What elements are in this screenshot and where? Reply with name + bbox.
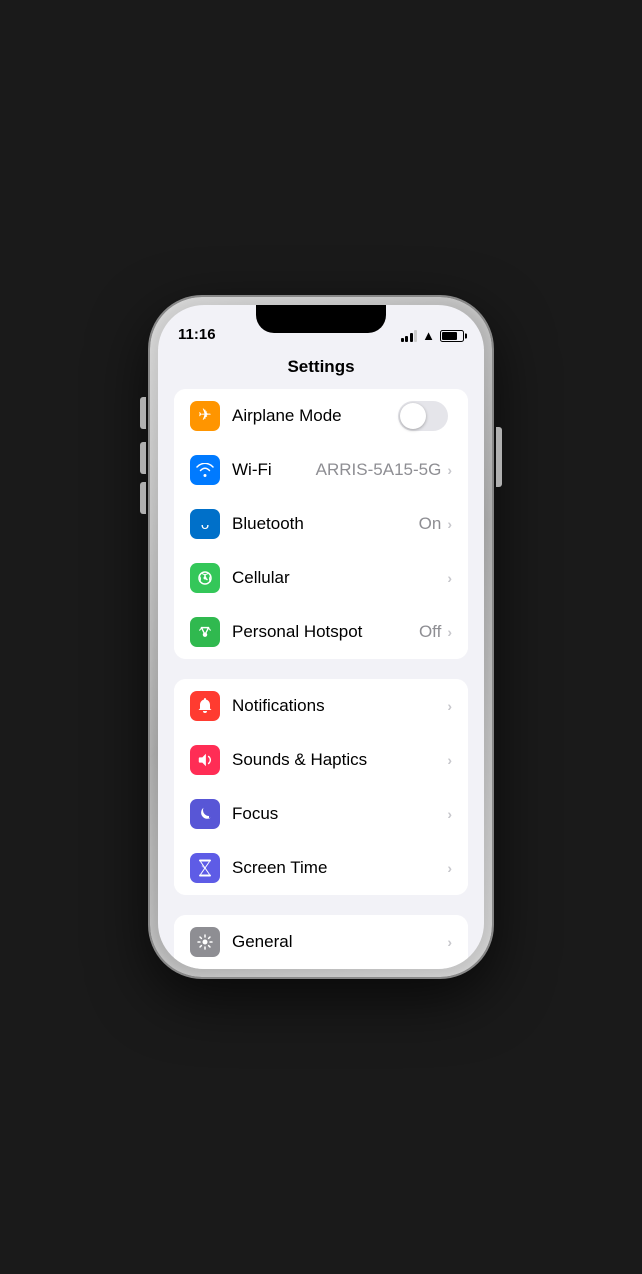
notifications-chevron: › [447, 698, 452, 714]
cellular-label: Cellular [232, 568, 447, 588]
wifi-label: Wi-Fi [232, 460, 316, 480]
airplane-mode-row[interactable]: ✈ Airplane Mode [174, 389, 468, 443]
cellular-icon [190, 563, 220, 593]
bluetooth-icon: ᴗ [190, 509, 220, 539]
sounds-icon [190, 745, 220, 775]
phone-screen: 11:16 ▲ Settings [158, 305, 484, 969]
phone-frame: 11:16 ▲ Settings [150, 297, 492, 977]
focus-row[interactable]: Focus › [174, 787, 468, 841]
focus-chevron: › [447, 806, 452, 822]
hotspot-chevron: › [447, 624, 452, 640]
hotspot-label: Personal Hotspot [232, 622, 419, 642]
wifi-svg [196, 463, 214, 477]
sound-svg [196, 752, 214, 768]
screen-time-chevron: › [447, 860, 452, 876]
page-header: Settings [158, 349, 484, 389]
sounds-chevron: › [447, 752, 452, 768]
hotspot-svg [196, 624, 214, 640]
notifications-label: Notifications [232, 696, 447, 716]
cellular-svg [196, 570, 214, 586]
gear-svg [197, 934, 213, 950]
sounds-row[interactable]: Sounds & Haptics › [174, 733, 468, 787]
general-row[interactable]: General › [174, 915, 468, 969]
screen-time-row[interactable]: Screen Time › [174, 841, 468, 895]
bluetooth-row[interactable]: ᴗ Bluetooth On › [174, 497, 468, 551]
notifications-icon [190, 691, 220, 721]
general-group: General › Cont [174, 915, 468, 969]
screen-time-label: Screen Time [232, 858, 447, 878]
notifications-group: Notifications › Sounds & Haptics › [174, 679, 468, 895]
general-icon [190, 927, 220, 957]
connectivity-group: ✈ Airplane Mode [174, 389, 468, 659]
bluetooth-value: On [419, 514, 442, 534]
bell-svg [197, 697, 213, 715]
wifi-chevron: › [447, 462, 452, 478]
general-chevron: › [447, 934, 452, 950]
sounds-label: Sounds & Haptics [232, 750, 447, 770]
screen-time-icon [190, 853, 220, 883]
battery-icon [440, 330, 464, 342]
wifi-status-icon: ▲ [422, 328, 435, 343]
cellular-chevron: › [447, 570, 452, 586]
cellular-row[interactable]: Cellular › [174, 551, 468, 605]
airplane-mode-icon: ✈ [190, 401, 220, 431]
general-label: General [232, 932, 447, 952]
focus-label: Focus [232, 804, 447, 824]
signal-icon [401, 330, 418, 342]
status-icons: ▲ [401, 328, 464, 343]
status-time: 11:16 [178, 326, 216, 343]
airplane-mode-label: Airplane Mode [232, 406, 398, 426]
notch [256, 305, 386, 333]
hotspot-icon [190, 617, 220, 647]
bluetooth-chevron: › [447, 516, 452, 532]
wifi-row[interactable]: Wi-Fi ARRIS-5A15-5G › [174, 443, 468, 497]
wifi-icon-row [190, 455, 220, 485]
toggle-knob [400, 403, 426, 429]
settings-page: Settings ✈ Airplane Mode [158, 349, 484, 969]
wifi-value: ARRIS-5A15-5G [316, 460, 442, 480]
page-title: Settings [287, 357, 354, 376]
hotspot-row[interactable]: Personal Hotspot Off › [174, 605, 468, 659]
hotspot-value: Off [419, 622, 441, 642]
airplane-mode-toggle[interactable] [398, 401, 448, 431]
hourglass-svg [198, 859, 212, 877]
bluetooth-label: Bluetooth [232, 514, 419, 534]
focus-icon [190, 799, 220, 829]
notifications-row[interactable]: Notifications › [174, 679, 468, 733]
moon-svg [197, 806, 213, 822]
